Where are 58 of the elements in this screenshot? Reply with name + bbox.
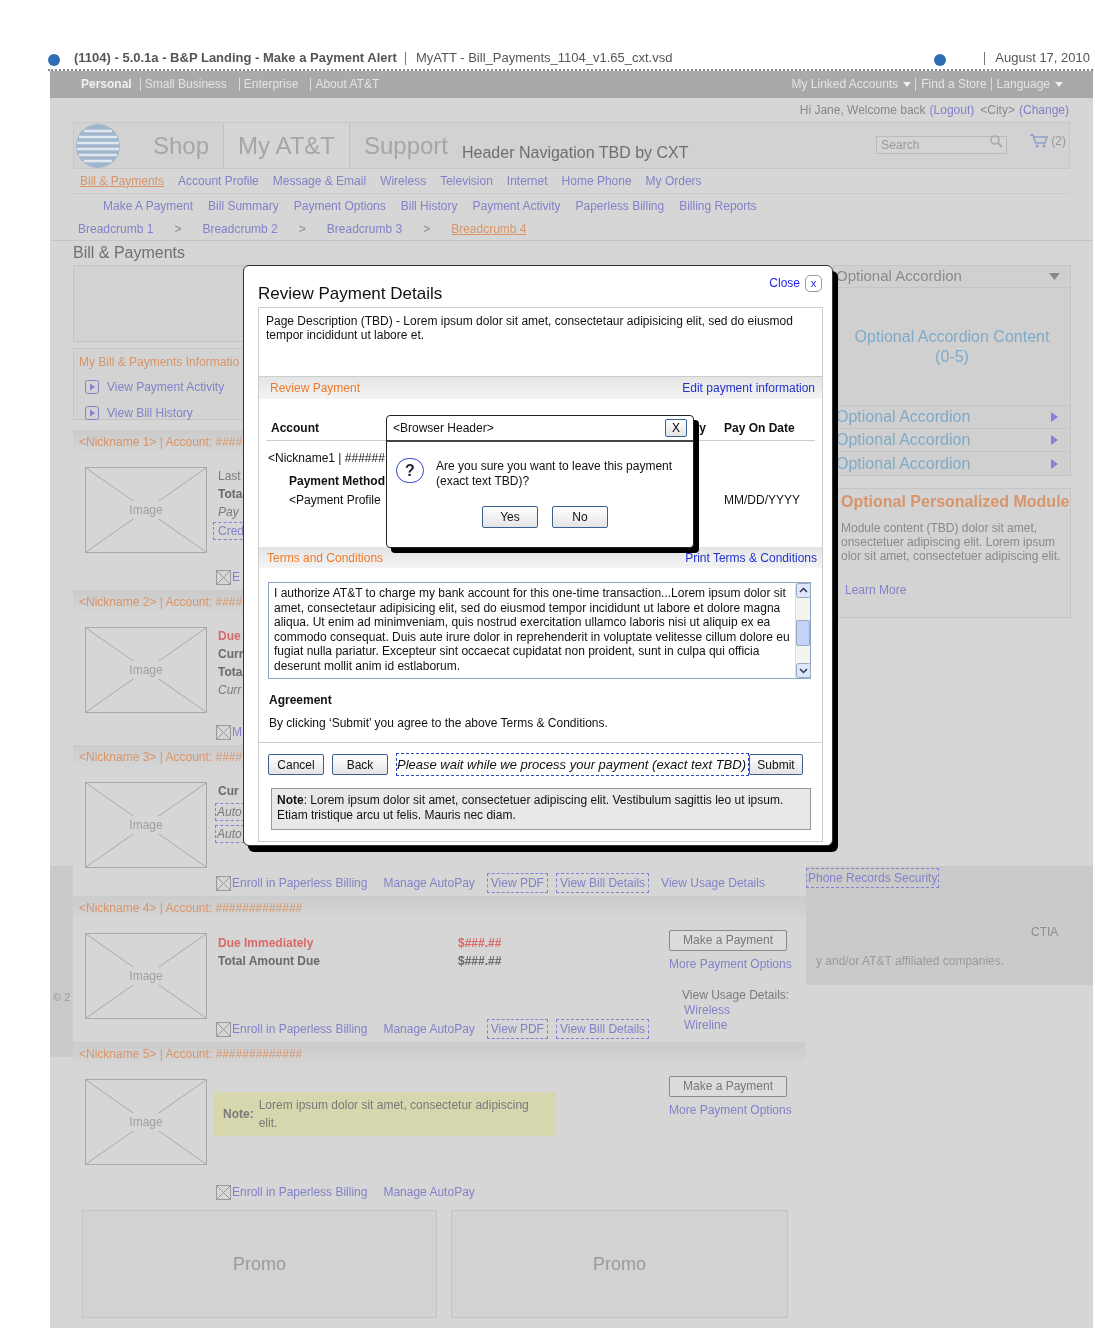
dialog-message: Are you sure you want to leave this payment (exact text TBD)? bbox=[436, 459, 674, 489]
account-title: <Nickname 5> | Account: ############# bbox=[79, 1046, 303, 1063]
module-title: Optional Personalized Module bbox=[841, 492, 1070, 512]
document-title: (1104) - 5.0.1a - B&P Landing - Make a Payment Alert bbox=[74, 48, 397, 67]
note-text: Lorem ipsum dolor sit amet, consectetur adipiscing elit. bbox=[258, 1097, 530, 1132]
accordion-content: Optional Accordion Content (0-5) bbox=[853, 326, 1051, 367]
page-title: Bill & Payments bbox=[73, 243, 186, 263]
account-label: Tota bbox=[218, 664, 243, 680]
breadcrumb-separator: > bbox=[423, 220, 431, 238]
terms-text: I authorize AT&T to charge my bank account for this one-time transaction...Lorem ipsum dolor sit amet, consectetaur adipisicing elit, sed do eiusmod tempor incididunt ut labore et dolore magna aliqua. Ut enim ad minimveniam, quis nostrud exercitation ullamco laboris nisi ut aliquip ex ea commodo consequat. Duis aute irure dolor in reprehenderit in voluptate velitesse cillum dolore eu fugiat nulla pariatur. Excepteur sint occaecat cupidatat non proident, sunt in culpa qui officia deserunt mollit anim id estlaborum. bbox=[273, 585, 791, 675]
document-date: August 17, 2010 bbox=[995, 48, 1090, 67]
section-title: Terms and Conditions bbox=[267, 549, 384, 567]
promo-label: Promo bbox=[593, 1252, 646, 1276]
module-text: Module content (TBD) dolor sit amet, bbox=[841, 521, 1038, 535]
account-label: Cur bbox=[218, 783, 239, 799]
account-text: <Nickname1 | ###### bbox=[268, 450, 385, 466]
page-description: Page Description (TBD) - Lorem ipsum dolor sit amet, consectetaur adipisicing elit, sed do eiusmod tempor incididunt ut labore et. bbox=[266, 314, 794, 342]
agreement-title: Agreement bbox=[269, 692, 333, 709]
breadcrumb-separator: > bbox=[174, 220, 182, 238]
account-label: Tota bbox=[218, 486, 243, 502]
breadcrumb-separator: > bbox=[298, 220, 306, 238]
account-label: Due Immediately bbox=[218, 935, 315, 950]
column-header: y bbox=[699, 419, 706, 437]
account-label: Curr bbox=[218, 682, 242, 698]
account-title: <Nickname 4> | Account: ############# bbox=[79, 900, 303, 917]
modal-title: Review Payment Details bbox=[258, 282, 443, 305]
account-title: <Nickname 3> | Account: #### bbox=[79, 749, 243, 766]
method-label: Payment Method bbox=[289, 473, 385, 489]
method-text: <Payment Profile bbox=[289, 492, 381, 508]
welcome-text: Hi Jane, Welcome back bbox=[799, 102, 926, 119]
amount-text: $###.## bbox=[458, 935, 502, 950]
account-label: Total Amount Due bbox=[218, 953, 321, 968]
account-label: Curr bbox=[218, 646, 244, 662]
module-text: onsectetuer adipiscing elit. Lorem ipsum bbox=[841, 535, 1056, 549]
section-title: Review Payment bbox=[270, 380, 361, 397]
agreement-text: By clicking ‘Submit’ you agree to the above Terms & Conditions. bbox=[269, 715, 609, 732]
header-note: Header Navigation TBD by CXT bbox=[462, 143, 689, 163]
info-box-title: My Bill & Payments Informatio bbox=[79, 353, 240, 371]
column-header: Account bbox=[271, 419, 319, 437]
dialog-header: <Browser Header> bbox=[393, 420, 494, 437]
amount-text: $###.## bbox=[458, 953, 502, 968]
account-title: <Nickname 2> | Account: #### bbox=[79, 594, 243, 611]
account-label: Due bbox=[218, 628, 241, 644]
city-text: <City> bbox=[980, 102, 1015, 119]
pay-date: MM/DD/YYYY bbox=[724, 492, 800, 508]
account-label: Pay bbox=[218, 504, 239, 520]
cart-count: (2) bbox=[1051, 132, 1066, 150]
ctia-text: CTIA bbox=[1031, 924, 1059, 941]
wait-message: Please wait while we process your payment (exact text TBD) bbox=[396, 753, 749, 776]
note-text: Note: Lorem ipsum dolor sit amet, consectetuer adipiscing elit. Vestibulum sagittis leo ut ipsum. Etiam tristique arcu ut felis. Mauris nec diam. bbox=[277, 793, 785, 823]
note-label: Note: bbox=[223, 1106, 254, 1123]
promo-label: Promo bbox=[233, 1252, 286, 1276]
module-text: olor sit amet, consectetuer adipiscing elit. bbox=[841, 549, 1061, 563]
usage-title: View Usage Details: bbox=[682, 988, 790, 1003]
account-title: <Nickname 1> | Account: #### bbox=[79, 434, 243, 451]
file-name: MyATT - Bill_Payments_1104_v1.65_cxt.vsd bbox=[415, 48, 673, 67]
column-header: Pay On Date bbox=[724, 419, 796, 437]
account-label: Last bbox=[218, 468, 241, 484]
